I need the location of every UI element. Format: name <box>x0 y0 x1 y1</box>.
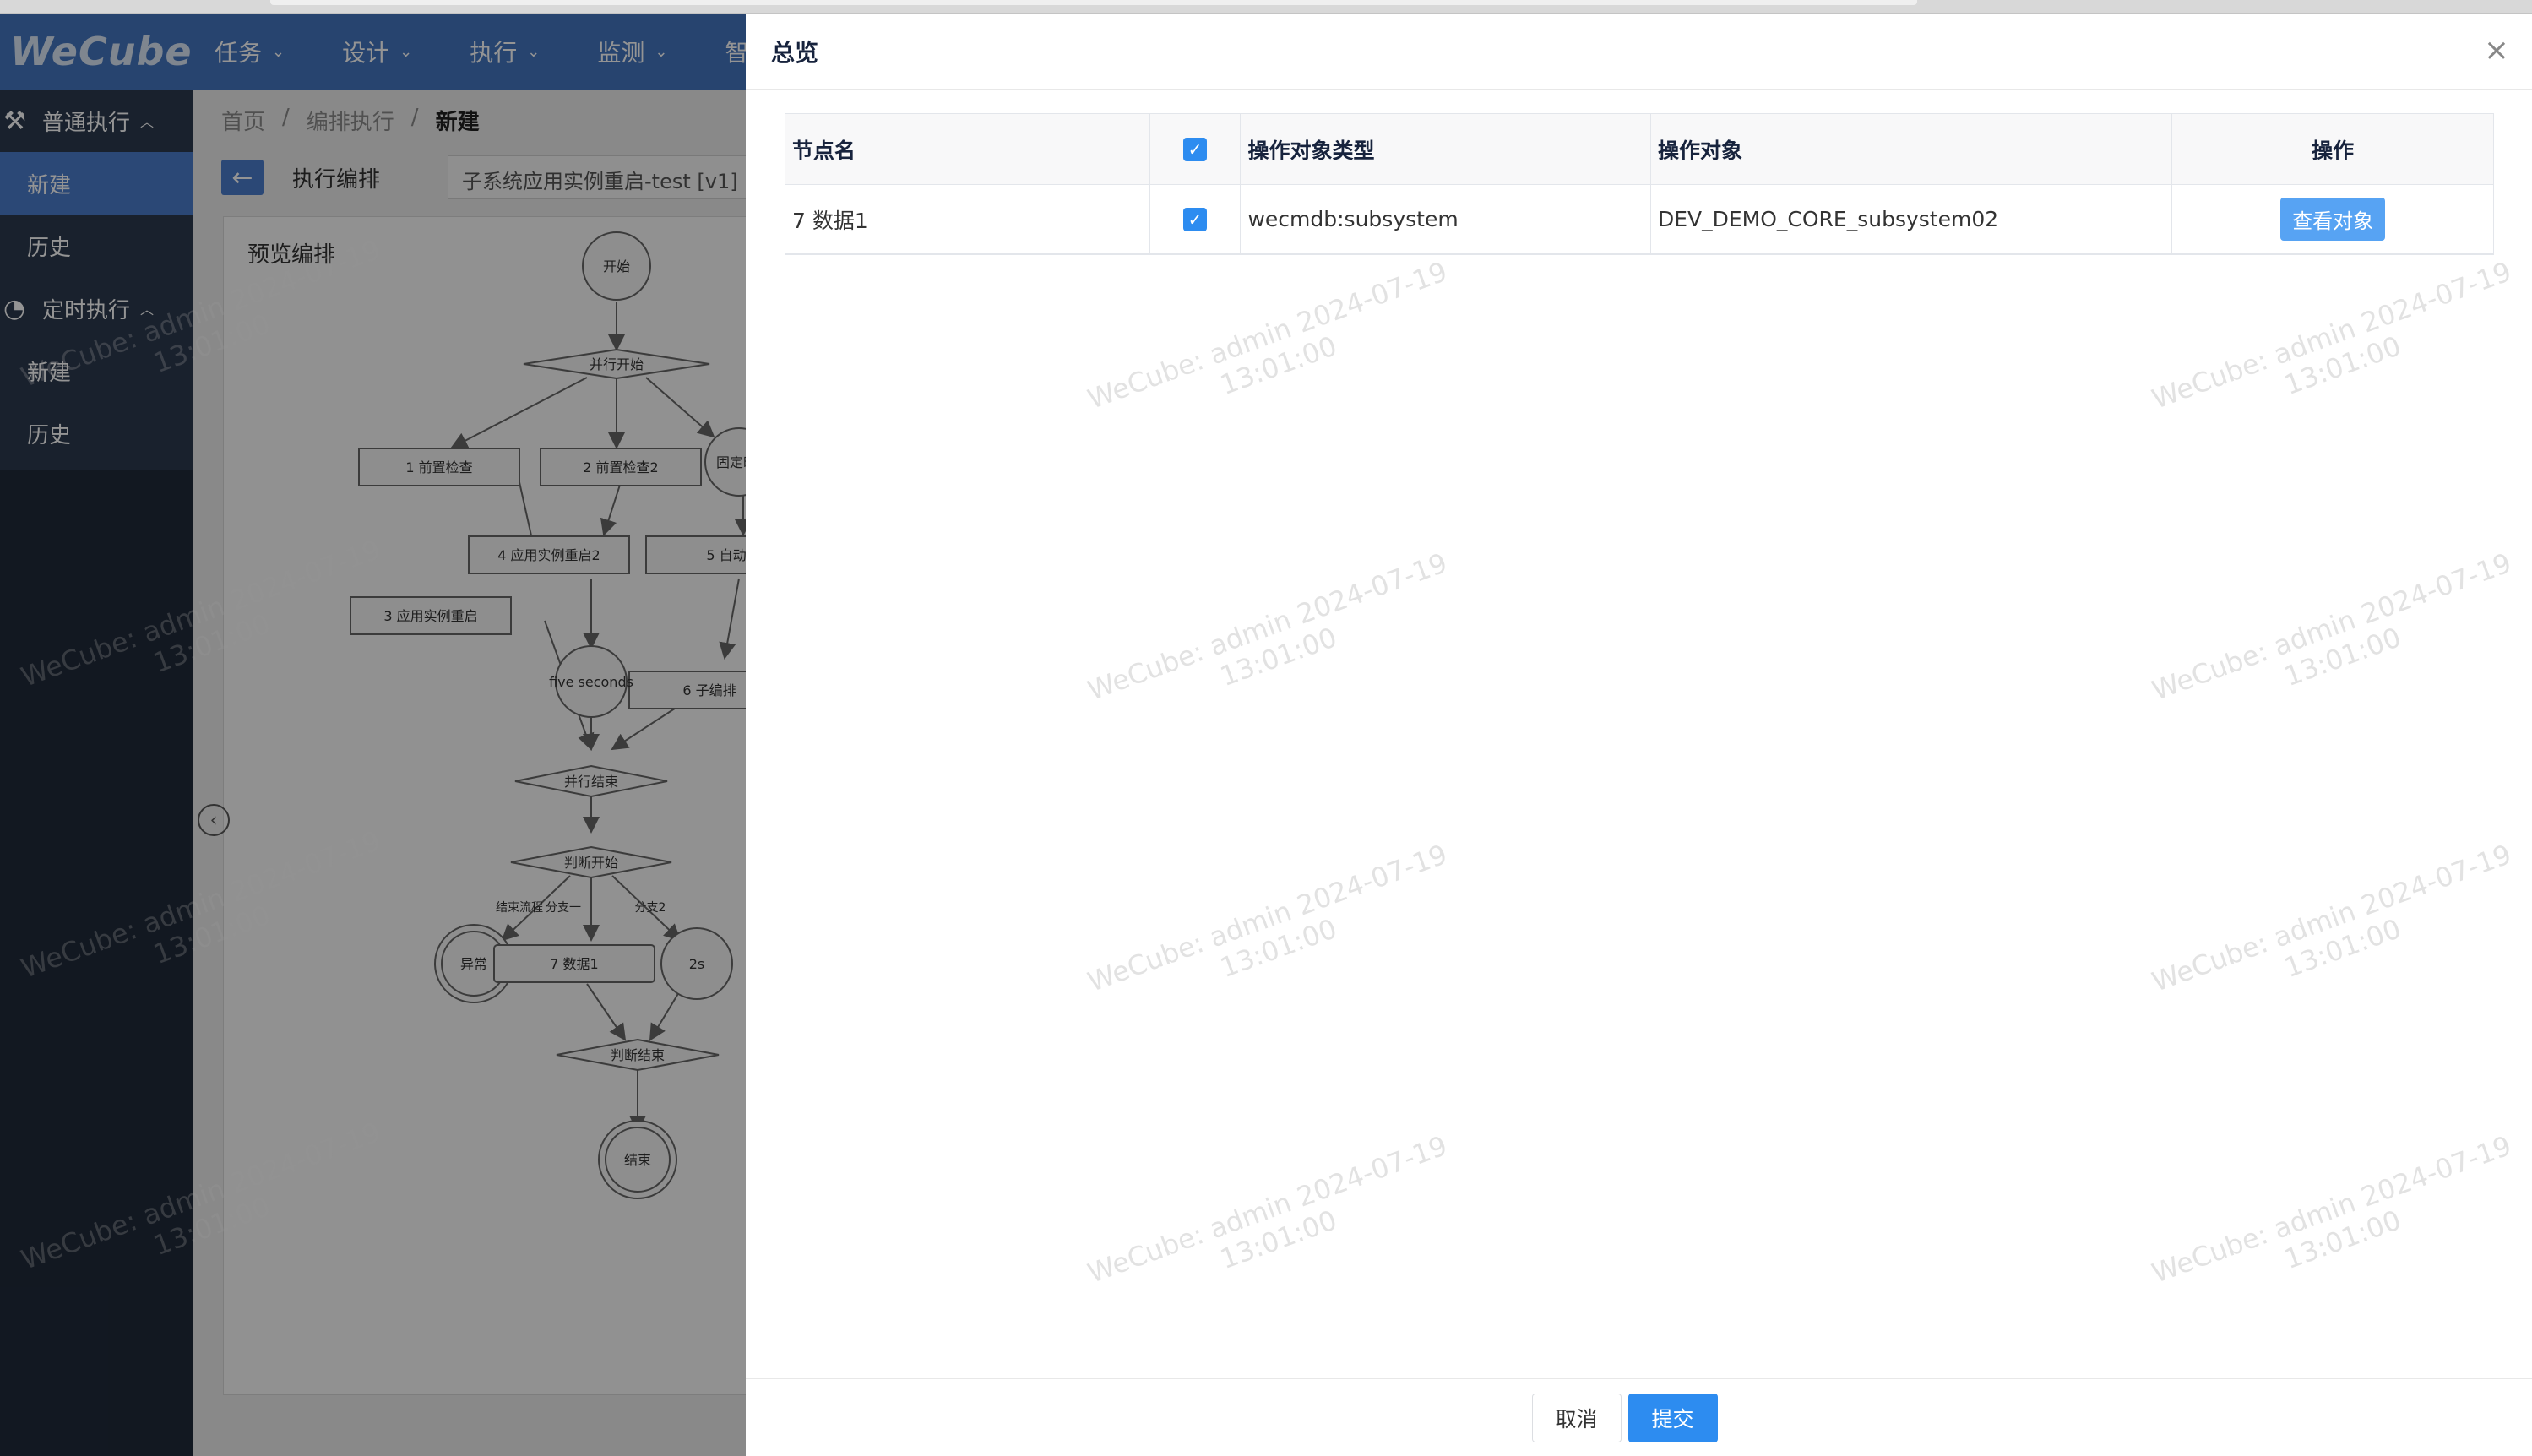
watermark-line: WeCube: admin 2024-07-19 <box>1084 1129 1452 1290</box>
watermark-line: WeCube: admin 2024-07-19 <box>2148 546 2516 707</box>
col-select-all: ✓ <box>1150 114 1242 184</box>
select-all-checkbox[interactable]: ✓ <box>1183 137 1208 161</box>
cell-type: wecmdb:subsystem <box>1241 185 1651 253</box>
modal-mask[interactable] <box>0 14 746 1456</box>
table-header-row: 节点名 ✓ 操作对象类型 操作对象 操作 <box>785 114 2493 185</box>
watermark-line: WeCube: admin 2024-07-19 <box>2148 255 2516 416</box>
watermark-line: WeCube: admin 2024-07-19 <box>1084 255 1452 416</box>
watermark-line: WeCube: admin 2024-07-19 <box>1084 838 1452 998</box>
watermark: WeCube: admin 2024-07-19 13:01:00 <box>1084 1129 1462 1319</box>
drawer-title: 总览 <box>771 38 819 67</box>
cell-target: DEV_DEMO_CORE_subsystem02 <box>1651 185 2173 253</box>
col-node-name: 节点名 <box>785 114 1150 184</box>
watermark-line: WeCube: admin 2024-07-19 <box>2148 838 2516 998</box>
drawer-footer: 取消 提交 <box>746 1378 2532 1456</box>
watermark-line: 13:01:00 <box>2279 912 2405 985</box>
view-object-button[interactable]: 查看对象 <box>2280 198 2386 241</box>
watermark-line: 13:01:00 <box>2279 1203 2405 1276</box>
collapse-sidebar-icon[interactable]: ‹ <box>198 804 230 836</box>
close-icon[interactable]: × <box>2481 35 2512 66</box>
cell-checkbox: ✓ <box>1150 185 1242 253</box>
watermark-line: 13:01:00 <box>1215 621 1341 693</box>
drawer-header: 总览 × <box>746 14 2532 90</box>
table-row: 7 数据1 ✓ wecmdb:subsystem DEV_DEMO_CORE_s… <box>785 185 2493 254</box>
cancel-button[interactable]: 取消 <box>1531 1393 1622 1442</box>
watermark-line: 13:01:00 <box>2279 329 2405 402</box>
watermark: WeCube: admin 2024-07-19 13:01:00 <box>2148 546 2526 736</box>
watermark-line: WeCube: admin 2024-07-19 <box>2148 1129 2516 1290</box>
submit-button[interactable]: 提交 <box>1627 1393 1718 1442</box>
watermark: WeCube: admin 2024-07-19 13:01:00 <box>2148 838 2526 1028</box>
col-action: 操作 <box>2312 138 2355 163</box>
watermark-line: WeCube: admin 2024-07-19 <box>1084 546 1452 707</box>
overview-table: 节点名 ✓ 操作对象类型 操作对象 操作 7 数据1 ✓ wecmdb:subs… <box>785 113 2494 255</box>
browser-bar <box>270 0 1917 5</box>
watermark: WeCube: admin 2024-07-19 13:01:00 <box>1084 546 1462 736</box>
col-target: 操作对象 <box>1651 114 2173 184</box>
browser-top-strip <box>0 0 2532 14</box>
watermark-line: 13:01:00 <box>1215 912 1341 985</box>
watermark: WeCube: admin 2024-07-19 13:01:00 <box>2148 1129 2526 1319</box>
watermark-line: 13:01:00 <box>1215 1203 1341 1276</box>
watermark: WeCube: admin 2024-07-19 13:01:00 <box>2148 255 2526 445</box>
watermark: WeCube: admin 2024-07-19 13:01:00 <box>1084 838 1462 1028</box>
row-checkbox[interactable]: ✓ <box>1183 207 1208 231</box>
watermark-line: 13:01:00 <box>2279 621 2405 693</box>
watermark: WeCube: admin 2024-07-19 13:01:00 <box>1084 255 1462 445</box>
cell-node-name: 7 数据1 <box>785 185 1150 253</box>
cell-action: 查看对象 <box>2172 185 2493 253</box>
col-type: 操作对象类型 <box>1241 114 1651 184</box>
watermark-line: 13:01:00 <box>1215 329 1341 402</box>
overview-drawer: 总览 × 节点名 ✓ 操作对象类型 操作对象 操作 7 数据1 ✓ wecmdb… <box>746 14 2532 1456</box>
